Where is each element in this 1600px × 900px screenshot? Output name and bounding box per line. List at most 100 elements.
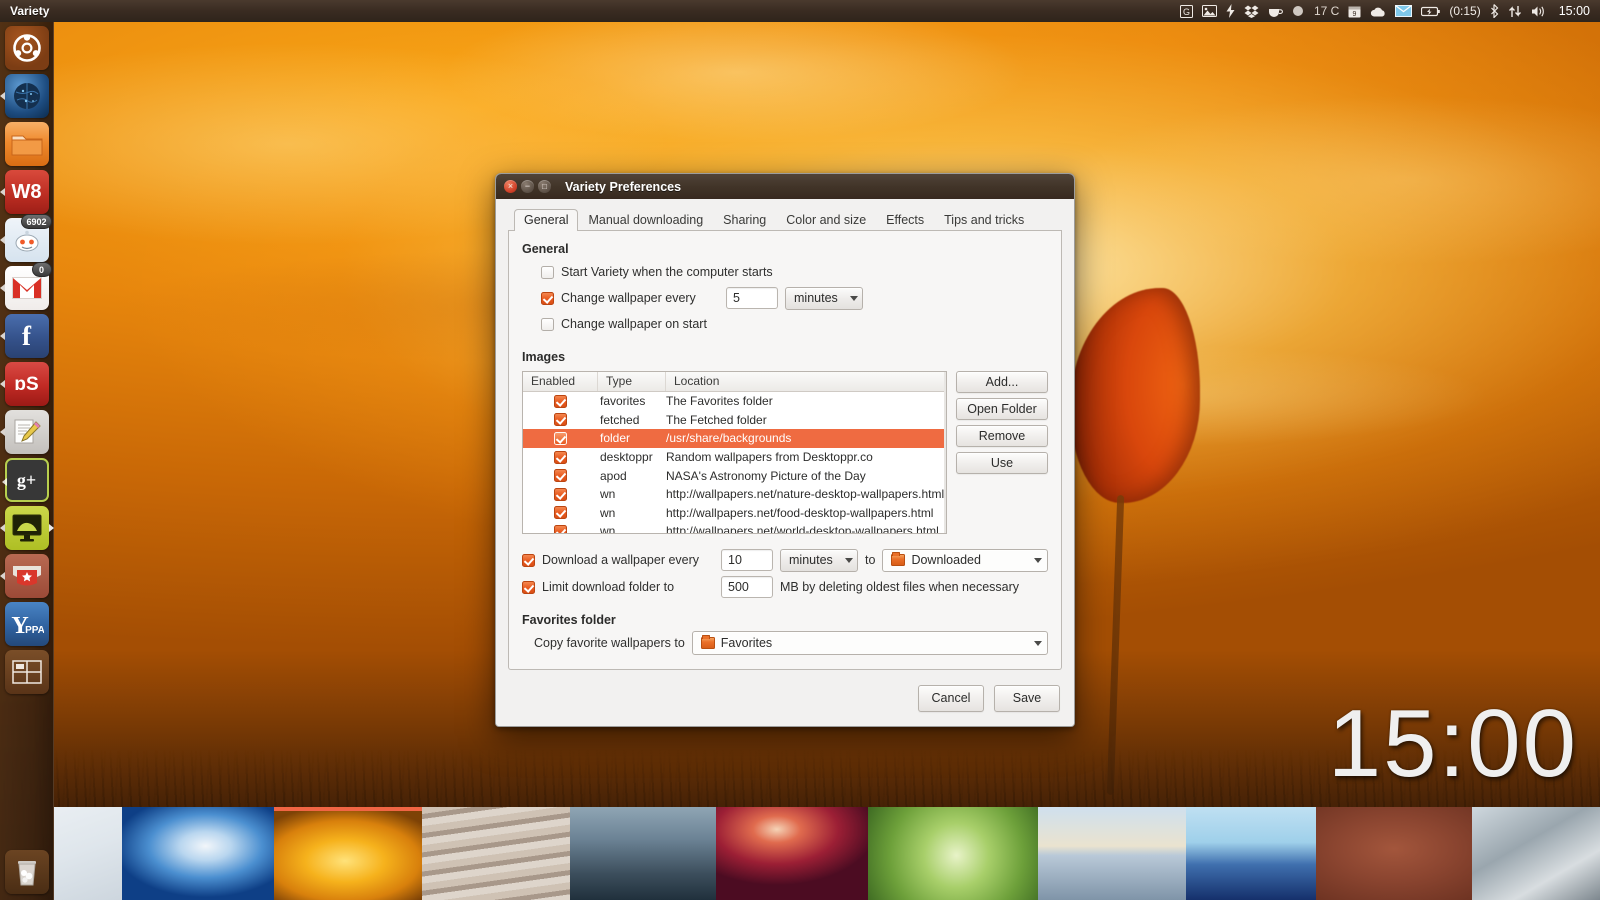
start-on-boot-checkbox[interactable] bbox=[541, 266, 554, 279]
row-enabled-checkbox[interactable] bbox=[554, 525, 567, 534]
limit-folder-value-input[interactable]: 500 bbox=[721, 576, 773, 598]
change-every-checkbox[interactable] bbox=[541, 292, 554, 305]
column-header-type[interactable]: Type bbox=[598, 372, 666, 391]
row-enabled-cell[interactable] bbox=[523, 395, 598, 408]
use-button[interactable]: Use bbox=[956, 452, 1048, 474]
variety-image-icon[interactable] bbox=[1202, 5, 1217, 17]
thumb-poppy-sunset[interactable] bbox=[274, 807, 422, 900]
download-every-value-input[interactable]: 10 bbox=[721, 549, 773, 571]
launcher-item-facebook[interactable]: f bbox=[5, 314, 49, 358]
thumb-frosty-field[interactable] bbox=[570, 807, 716, 900]
download-folder-combo[interactable]: Downloaded bbox=[882, 549, 1048, 572]
launcher-item-y-ppa-manager[interactable]: Y PPA bbox=[5, 602, 49, 646]
thumb-blue-mountains[interactable] bbox=[1186, 807, 1316, 900]
start-on-boot-row[interactable]: Start Variety when the computer starts bbox=[522, 260, 1048, 284]
table-row-selected[interactable]: folder /usr/share/backgrounds bbox=[523, 429, 946, 448]
favorites-folder-combo[interactable]: Favorites bbox=[692, 631, 1048, 655]
weather-indicator-icon[interactable] bbox=[1292, 5, 1304, 17]
images-table-scrollbar[interactable] bbox=[944, 372, 946, 533]
close-button[interactable]: × bbox=[504, 180, 517, 193]
dialog-titlebar[interactable]: × − □ Variety Preferences bbox=[496, 174, 1074, 199]
thumb-blue-sky-clouds[interactable] bbox=[122, 807, 274, 900]
download-every-row[interactable]: Download a wallpaper every 10 minutes to bbox=[522, 548, 1048, 572]
thumb-green-succulent[interactable] bbox=[868, 807, 1038, 900]
thumb-rocks[interactable] bbox=[1472, 807, 1600, 900]
save-button[interactable]: Save bbox=[994, 685, 1060, 712]
panel-clock[interactable]: 15:00 bbox=[1556, 5, 1590, 18]
messaging-envelope-icon[interactable] bbox=[1395, 5, 1412, 17]
download-every-unit-combo[interactable]: minutes bbox=[780, 549, 858, 572]
remove-button[interactable]: Remove bbox=[956, 425, 1048, 447]
row-enabled-cell[interactable] bbox=[523, 488, 598, 501]
tab-effects[interactable]: Effects bbox=[876, 209, 934, 231]
launcher-item-google-plus[interactable]: g+ bbox=[5, 458, 49, 502]
bluetooth-icon[interactable] bbox=[1490, 4, 1499, 18]
thumb-lake-reflection[interactable] bbox=[1038, 807, 1186, 900]
row-enabled-checkbox[interactable] bbox=[554, 395, 567, 408]
open-folder-button[interactable]: Open Folder bbox=[956, 398, 1048, 420]
launcher-item-files[interactable] bbox=[5, 122, 49, 166]
table-row[interactable]: apod NASA's Astronomy Picture of the Day bbox=[523, 466, 946, 485]
add-button[interactable]: Add... bbox=[956, 371, 1048, 393]
launcher-item-notes[interactable] bbox=[5, 410, 49, 454]
table-row[interactable]: fetched The Fetched folder bbox=[523, 411, 946, 430]
download-every-checkbox[interactable] bbox=[522, 554, 535, 567]
table-row[interactable]: wn http://wallpapers.net/food-desktop-wa… bbox=[523, 504, 946, 523]
change-on-start-row[interactable]: Change wallpaper on start bbox=[522, 312, 1048, 336]
thumb-red-bird[interactable] bbox=[1316, 807, 1472, 900]
change-every-row[interactable]: Change wallpaper every 5 minutes bbox=[522, 286, 1048, 310]
row-enabled-cell[interactable] bbox=[523, 451, 598, 464]
thumb-frost-plant[interactable] bbox=[54, 807, 122, 900]
minimize-button[interactable]: − bbox=[521, 180, 534, 193]
launcher-item-variety[interactable] bbox=[5, 506, 49, 550]
battery-time-remaining[interactable]: (0:15) bbox=[1449, 5, 1480, 17]
row-enabled-checkbox[interactable] bbox=[554, 451, 567, 464]
table-row[interactable]: wn http://wallpapers.net/world-desktop-w… bbox=[523, 522, 946, 534]
row-enabled-cell[interactable] bbox=[523, 525, 598, 534]
favorites-folder-row[interactable]: Copy favorite wallpapers to Favorites bbox=[522, 631, 1048, 655]
change-every-unit-combo[interactable]: minutes bbox=[785, 287, 863, 310]
tab-manual-downloading[interactable]: Manual downloading bbox=[578, 209, 713, 231]
row-enabled-cell[interactable] bbox=[523, 469, 598, 482]
change-every-value-input[interactable]: 5 bbox=[726, 287, 778, 309]
weather-temperature[interactable]: 17 C bbox=[1313, 5, 1339, 17]
network-icon[interactable] bbox=[1508, 5, 1522, 18]
tab-tips-and-tricks[interactable]: Tips and tricks bbox=[934, 209, 1034, 231]
launcher-item-w8[interactable]: W8 bbox=[5, 170, 49, 214]
panel-app-menu-title[interactable]: Variety bbox=[10, 4, 49, 18]
row-enabled-cell[interactable] bbox=[523, 432, 598, 445]
volume-icon[interactable] bbox=[1531, 5, 1547, 18]
row-enabled-checkbox[interactable] bbox=[554, 469, 567, 482]
column-header-location[interactable]: Location bbox=[666, 372, 946, 391]
row-enabled-cell[interactable] bbox=[523, 506, 598, 519]
caffeine-cup-icon[interactable] bbox=[1268, 6, 1283, 17]
launcher-item-firefox[interactable] bbox=[5, 74, 49, 118]
row-enabled-checkbox[interactable] bbox=[554, 413, 567, 426]
grooveshark-icon[interactable]: G bbox=[1180, 5, 1193, 18]
limit-folder-row[interactable]: Limit download folder to 500 MB by delet… bbox=[522, 575, 1048, 599]
row-enabled-checkbox[interactable] bbox=[554, 506, 567, 519]
table-row[interactable]: favorites The Favorites folder bbox=[523, 392, 946, 411]
change-on-start-checkbox[interactable] bbox=[541, 318, 554, 331]
row-enabled-cell[interactable] bbox=[523, 413, 598, 426]
table-row[interactable]: wn http://wallpapers.net/nature-desktop-… bbox=[523, 485, 946, 504]
tab-general[interactable]: General bbox=[514, 209, 578, 231]
images-table[interactable]: Enabled Type Location favorites The Favo… bbox=[522, 371, 947, 534]
calendar-icon[interactable]: 9 bbox=[1348, 5, 1361, 18]
launcher-item-workspace-switcher[interactable] bbox=[5, 650, 49, 694]
launcher-item-dash-home[interactable] bbox=[5, 26, 49, 70]
cancel-button[interactable]: Cancel bbox=[918, 685, 984, 712]
thumb-red-abstract[interactable] bbox=[716, 807, 868, 900]
launcher-item-reddit[interactable]: 6902 bbox=[5, 218, 49, 262]
maximize-button[interactable]: □ bbox=[538, 180, 551, 193]
column-header-enabled[interactable]: Enabled bbox=[523, 372, 598, 391]
tab-sharing[interactable]: Sharing bbox=[713, 209, 776, 231]
battery-icon[interactable] bbox=[1421, 6, 1440, 17]
tab-color-and-size[interactable]: Color and size bbox=[776, 209, 876, 231]
limit-folder-checkbox[interactable] bbox=[522, 581, 535, 594]
dropbox-icon[interactable] bbox=[1244, 5, 1259, 18]
row-enabled-checkbox[interactable] bbox=[554, 432, 567, 445]
ubuntu-one-cloud-icon[interactable] bbox=[1370, 6, 1386, 17]
launcher-item-lastfm[interactable]: ɒS bbox=[5, 362, 49, 406]
launcher-item-star-app[interactable] bbox=[5, 554, 49, 598]
